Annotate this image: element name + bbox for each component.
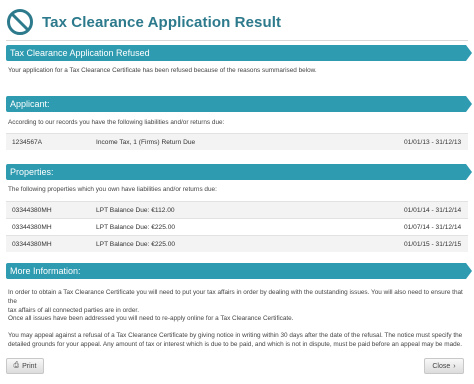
- row-period: 01/01/14 - 31/12/14: [404, 207, 462, 214]
- text-line: You may appeal against a refusal of a Ta…: [8, 332, 463, 339]
- section-heading-refused: Tax Clearance Application Refused: [6, 45, 472, 61]
- text-line: detailed grounds for your appeal. Any am…: [8, 341, 463, 348]
- refused-text: Your application for a Tax Clearance Cer…: [8, 67, 317, 74]
- section-heading-applicant: Applicant:: [6, 96, 472, 112]
- applicant-text: According to our records you have the fo…: [8, 119, 225, 126]
- page-header: Tax Clearance Application Result: [6, 6, 468, 38]
- row-description: Income Tax, 1 (Firms) Return Due: [96, 139, 196, 146]
- table-row: 03344380MH LPT Balance Due: €225.00 01/0…: [6, 218, 468, 235]
- close-button[interactable]: Close ›: [424, 358, 464, 374]
- print-button[interactable]: ⎙ Print: [6, 358, 44, 374]
- page-title: Tax Clearance Application Result: [42, 13, 282, 31]
- properties-text: The following properties which you own h…: [8, 186, 217, 193]
- row-reference: 03344380MH: [12, 241, 52, 248]
- table-row: 03344380MH LPT Balance Due: €225.00 01/0…: [6, 235, 468, 252]
- row-reference: 03344380MH: [12, 224, 52, 231]
- text-line: In order to obtain a Tax Clearance Certi…: [8, 289, 463, 305]
- table-row: 03344380MH LPT Balance Due: €112.00 01/0…: [6, 201, 468, 218]
- row-reference: 1234567A: [12, 139, 43, 146]
- row-period: 01/07/14 - 31/12/14: [404, 224, 462, 231]
- row-period: 01/01/13 - 31/12/13: [404, 139, 462, 146]
- more-info-paragraph-1: In order to obtain a Tax Clearance Certi…: [8, 288, 464, 315]
- row-description: LPT Balance Due: €225.00: [96, 241, 176, 248]
- row-description: LPT Balance Due: €225.00: [96, 224, 176, 231]
- row-reference: 03344380MH: [12, 207, 52, 214]
- prohibited-icon: [7, 9, 33, 35]
- print-button-label: Print: [22, 362, 37, 370]
- section-heading-properties: Properties:: [6, 164, 472, 180]
- printer-icon: ⎙: [13, 362, 20, 369]
- row-period: 01/01/15 - 31/12/15: [404, 241, 462, 248]
- more-info-paragraph-3: You may appeal against a refusal of a Ta…: [8, 331, 464, 349]
- close-button-label: Close: [432, 362, 451, 370]
- more-info-paragraph-2: Once all issues have been addressed you …: [8, 315, 294, 322]
- section-heading-more-information: More Information:: [6, 263, 472, 279]
- table-row: 1234567A Income Tax, 1 (Firms) Return Du…: [6, 133, 468, 150]
- chevron-right-icon: ›: [453, 362, 456, 370]
- divider: [6, 40, 468, 41]
- row-description: LPT Balance Due: €112.00: [96, 207, 175, 214]
